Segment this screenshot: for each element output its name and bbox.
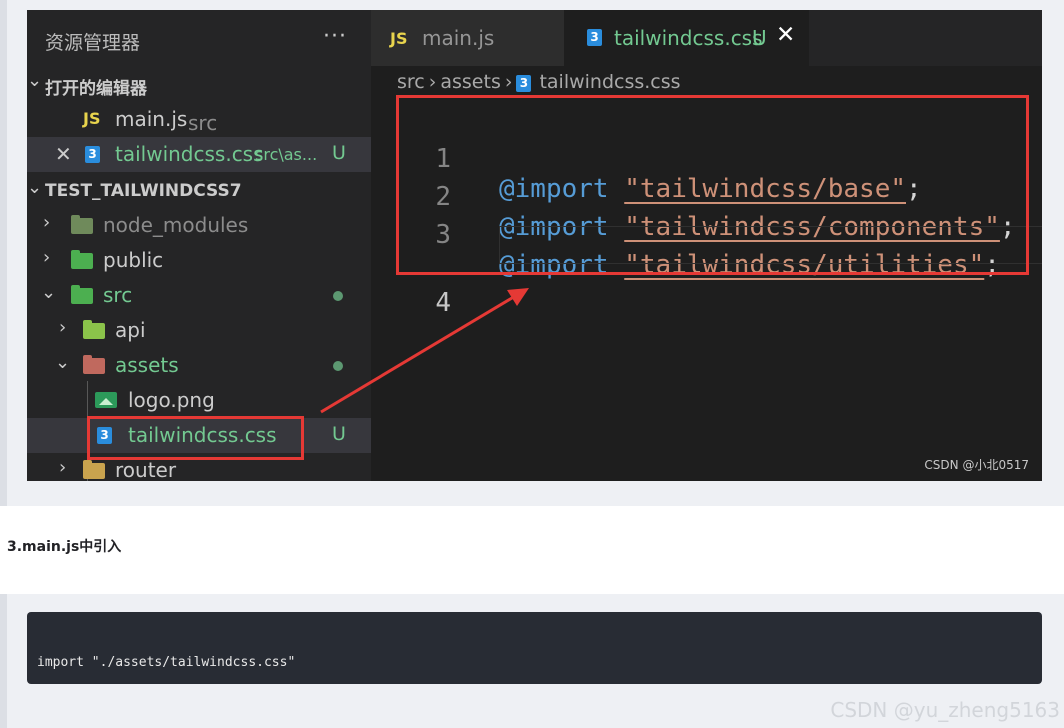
- annotation-arrow: [320, 288, 529, 414]
- page-watermark: CSDN @yu_zheng5163: [830, 698, 1060, 722]
- image-watermark: CSDN @小北0517: [924, 458, 1029, 472]
- code-block: import "./assets/tailwindcss.css": [27, 612, 1042, 684]
- code-block-band: import "./assets/tailwindcss.css" CSDN @…: [0, 594, 1064, 728]
- vscode-screenshot: 资源管理器 ··· ⌄ 打开的编辑器 JS main.js src ✕ 3 ta…: [27, 10, 1042, 481]
- section-heading: 3.main.js中引入: [7, 539, 122, 555]
- quote-bar: [0, 0, 7, 506]
- quote-bar: [0, 594, 7, 728]
- code-snippet: import "./assets/tailwindcss.css": [37, 655, 296, 670]
